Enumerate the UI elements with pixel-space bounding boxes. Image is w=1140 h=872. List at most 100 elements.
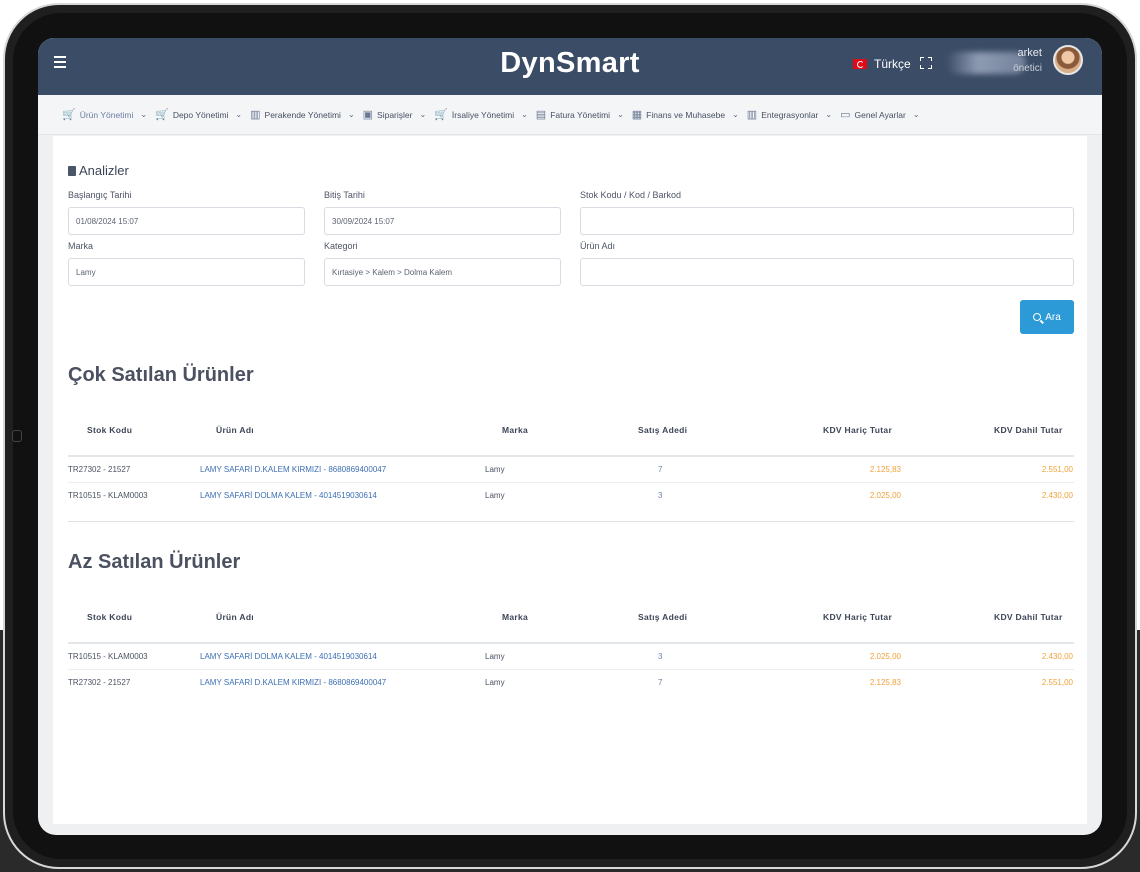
turkey-flag-icon <box>853 59 867 69</box>
nav-item-1[interactable]: 🛒 Depo Yönetimi ⌄ <box>155 108 242 121</box>
nav-item-label: Entegrasyonlar <box>761 109 819 120</box>
user-name: arket <box>1017 47 1042 59</box>
category-field[interactable]: Kırtasiye > Kalem > Dolma Kalem <box>324 258 561 286</box>
nav-item-label: Depo Yönetimi <box>172 109 229 120</box>
user-menu[interactable]: arket önetici <box>938 46 1048 80</box>
cart-icon: 🛒 <box>434 109 448 121</box>
end-date-label: Bitiş Tarihi <box>324 190 365 200</box>
stock-code-cell: TR27302 - 21527 <box>68 678 131 687</box>
brand-cell: Lamy <box>485 491 505 500</box>
cart-icon: 🛒 <box>62 109 76 121</box>
search-icon <box>1033 313 1042 321</box>
search-button-label: Ara <box>1045 311 1061 323</box>
product-name-field[interactable] <box>580 258 1074 286</box>
gross-amount-cell: 2.430,00 <box>1041 491 1073 500</box>
chevron-down-icon: ⌄ <box>825 110 833 119</box>
column-header[interactable]: Ürün Adı <box>216 425 254 435</box>
analytics-card: Analizler Başlangıç Tarihi 01/08/2024 15… <box>53 136 1087 824</box>
nav-item-6[interactable]: ▦ Finans ve Muhasebe ⌄ <box>632 108 739 121</box>
least_sellers-title: Az Satılan Ürünler <box>68 551 241 573</box>
column-header[interactable]: Satış Adedi <box>638 612 687 622</box>
best_sellers-title: Çok Satılan Ürünler <box>68 364 254 386</box>
search-button[interactable]: Ara <box>1020 300 1074 334</box>
nav-item-3[interactable]: ▣ Siparişler ⌄ <box>363 108 427 121</box>
nav-item-8[interactable]: ▭ Genel Ayarlar ⌄ <box>840 108 919 121</box>
stock-code-field[interactable] <box>580 207 1074 235</box>
brand-cell: Lamy <box>485 652 505 661</box>
product-name-label: Ürün Adı <box>580 241 616 251</box>
net-amount-cell: 2.025,00 <box>869 652 901 661</box>
fullscreen-icon[interactable] <box>920 57 932 69</box>
row-divider <box>68 482 1074 483</box>
language-label: Türkçe <box>874 57 911 71</box>
gross-amount-cell: 2.551,00 <box>1041 678 1073 687</box>
cart-icon: 🛒 <box>155 109 169 121</box>
calculator-icon: ▦ <box>631 109 643 121</box>
column-header[interactable]: Stok Kodu <box>87 425 132 435</box>
net-amount-cell: 2.025,00 <box>869 491 901 500</box>
column-header[interactable]: KDV Dahil Tutar <box>994 425 1063 435</box>
chevron-down-icon: ⌄ <box>912 110 920 119</box>
column-header[interactable]: Marka <box>502 425 528 435</box>
brand-label: Marka <box>68 241 94 251</box>
column-header[interactable]: KDV Hariç Tutar <box>823 425 892 435</box>
side-button <box>12 430 22 442</box>
stock-code-cell: TR10515 - KLAM0003 <box>68 491 148 500</box>
column-header[interactable]: Ürün Adı <box>216 612 254 622</box>
column-header[interactable]: KDV Hariç Tutar <box>823 612 892 622</box>
user-role: önetici <box>1013 63 1042 74</box>
nav-item-0[interactable]: 🛒 Ürün Yönetimi ⌄ <box>62 108 147 121</box>
chevron-down-icon: ⌄ <box>617 110 624 119</box>
chevron-down-icon: ⌄ <box>419 110 427 119</box>
nav-item-4[interactable]: 🛒 İrsaliye Yönetimi ⌄ <box>434 108 528 121</box>
gross-amount-cell: 2.551,00 <box>1041 465 1073 474</box>
analytics-title: Analizler <box>68 163 129 178</box>
product-name-link[interactable]: LAMY SAFARİ D.KALEM KIRMIZI - 8680869400… <box>200 678 386 687</box>
map-icon: ▥ <box>746 109 758 121</box>
nav-item-label: Ürün Yönetimi <box>79 109 134 120</box>
end-date-field[interactable]: 30/09/2024 15:07 <box>324 207 561 235</box>
top-bar: DynSmart Türkçe arket önetici <box>38 38 1102 95</box>
section-separator <box>68 521 1074 522</box>
stock-code-cell: TR10515 - KLAM0003 <box>68 652 148 661</box>
quantity-cell: 3 <box>658 652 663 661</box>
nav-item-2[interactable]: ▥ Perakende Yönetimi ⌄ <box>250 108 355 121</box>
app-screen: DynSmart Türkçe arket önetici 🛒 Ürün Yöne… <box>38 38 1102 835</box>
nav-item-label: Siparişler <box>377 109 413 120</box>
nav-item-label: İrsaliye Yönetimi <box>451 109 515 120</box>
quantity-cell: 7 <box>658 678 663 687</box>
product-name-link[interactable]: LAMY SAFARİ DOLMA KALEM - 4014519030614 <box>200 652 377 661</box>
folder-icon: ▭ <box>840 109 851 121</box>
net-amount-cell: 2.125,83 <box>869 465 901 474</box>
start-date-label: Başlangıç Tarihi <box>68 190 132 200</box>
net-amount-cell: 2.125,83 <box>869 678 901 687</box>
product-name-link[interactable]: LAMY SAFARİ D.KALEM KIRMIZI - 8680869400… <box>200 465 386 474</box>
column-header[interactable]: Marka <box>502 612 528 622</box>
document-icon: ▤ <box>535 109 547 121</box>
brand-field[interactable]: Lamy <box>68 258 305 286</box>
column-header[interactable]: KDV Dahil Tutar <box>994 612 1063 622</box>
column-header[interactable]: Satış Adedi <box>638 425 687 435</box>
stock-code-cell: TR27302 - 21527 <box>68 465 131 474</box>
product-name-link[interactable]: LAMY SAFARİ DOLMA KALEM - 4014519030614 <box>200 491 377 500</box>
quantity-cell: 7 <box>658 465 663 474</box>
chevron-down-icon: ⌄ <box>521 110 528 119</box>
nav-item-5[interactable]: ▤ Fatura Yönetimi ⌄ <box>536 108 624 121</box>
nav-item-label: Finans ve Muhasebe <box>646 109 726 120</box>
nav-item-7[interactable]: ▥ Entegrasyonlar ⌄ <box>747 108 832 121</box>
document-icon <box>68 165 76 176</box>
column-header[interactable]: Stok Kodu <box>87 612 132 622</box>
brand-cell: Lamy <box>485 465 505 474</box>
main-navigation: 🛒 Ürün Yönetimi ⌄ 🛒 Depo Yönetimi ⌄ ▥ Perakende… <box>38 95 1102 135</box>
stock-code-label: Stok Kodu / Kod / Barkod <box>580 190 682 200</box>
gross-amount-cell: 2.430,00 <box>1041 652 1073 661</box>
truck-icon: ▣ <box>362 109 374 121</box>
start-date-field[interactable]: 01/08/2024 15:07 <box>68 207 305 235</box>
map-icon: ▥ <box>250 109 261 121</box>
language-selector[interactable]: Türkçe <box>853 57 911 71</box>
nav-item-label: Perakende Yönetimi <box>264 109 341 120</box>
chevron-down-icon: ⌄ <box>140 110 148 119</box>
analytics-title-text: Analizler <box>79 163 129 178</box>
chevron-down-icon: ⌄ <box>732 110 739 119</box>
avatar[interactable] <box>1053 45 1083 75</box>
